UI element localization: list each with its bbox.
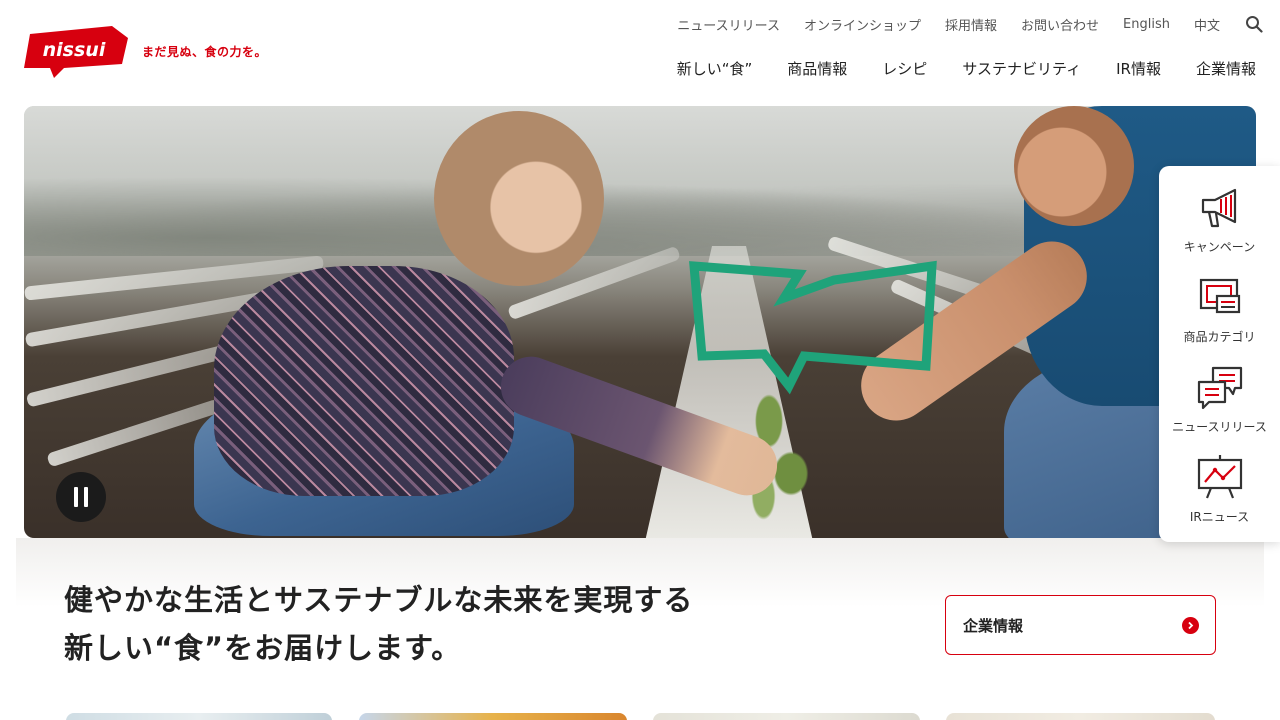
intro-line-2: 新しい“食”をお届けします。 — [64, 631, 462, 665]
search-button[interactable] — [1244, 14, 1264, 34]
side-item-campaign[interactable]: キャンペーン — [1159, 182, 1280, 255]
logo-mark: nissui — [24, 26, 128, 78]
util-link-news[interactable]: ニュースリリース — [677, 15, 780, 34]
nissui-logo[interactable]: nissui まだ見ぬ、食の力を。 — [24, 24, 267, 78]
nav-sustainability[interactable]: サステナビリティ — [962, 58, 1081, 79]
util-link-english[interactable]: English — [1123, 17, 1170, 32]
feature-card[interactable] — [66, 713, 332, 720]
chat-bubble-icon — [1197, 366, 1242, 410]
side-quick-nav: キャンペーン 商品カテゴリ ニュースリリース IRニュース — [1159, 166, 1280, 542]
nav-corporate[interactable]: 企業情報 — [1196, 58, 1256, 79]
intro-line-1: 健やかな生活とサステナブルな未来を実現する — [64, 583, 694, 617]
corporate-info-button[interactable]: 企業情報 — [945, 595, 1216, 655]
person-right-head — [1014, 106, 1134, 226]
side-item-label: ニュースリリース — [1172, 420, 1267, 434]
utility-nav: ニュースリリース オンラインショップ 採用情報 お問い合わせ English 中… — [677, 14, 1264, 34]
hero-video — [24, 106, 1256, 538]
person-left-shirt — [214, 266, 514, 496]
person-left-head — [434, 111, 604, 286]
feature-card[interactable] — [359, 713, 627, 720]
nav-ir[interactable]: IR情報 — [1116, 58, 1161, 79]
brand-tagline: まだ見ぬ、食の力を。 — [142, 44, 268, 59]
side-item-label: キャンペーン — [1183, 240, 1256, 254]
util-link-chinese[interactable]: 中文 — [1194, 15, 1220, 34]
side-item-ir-news[interactable]: IRニュース — [1159, 452, 1280, 525]
intro-heading: 健やかな生活とサステナブルな未来を実現する 新しい“食”をお届けします。 — [64, 576, 693, 672]
chart-board-icon — [1197, 455, 1242, 499]
util-link-contact[interactable]: お問い合わせ — [1021, 15, 1099, 34]
search-icon — [1246, 16, 1263, 33]
side-item-label: 商品カテゴリ — [1183, 330, 1256, 344]
feature-card[interactable] — [946, 713, 1215, 720]
side-item-label: IRニュース — [1189, 510, 1250, 524]
nav-recipes[interactable]: レシピ — [882, 58, 927, 79]
pause-icon — [74, 487, 78, 507]
main-nav: 新しい“食” 商品情報 レシピ サステナビリティ IR情報 企業情報 — [677, 58, 1256, 79]
corporate-info-label: 企業情報 — [963, 616, 1024, 635]
chevron-right-icon — [1182, 616, 1199, 634]
logo-wordmark: nissui — [43, 39, 106, 61]
util-link-shop[interactable]: オンラインショップ — [804, 15, 921, 34]
side-item-news-release[interactable]: ニュースリリース — [1159, 362, 1280, 435]
nav-products[interactable]: 商品情報 — [787, 58, 847, 79]
feature-card[interactable] — [653, 713, 920, 720]
nav-new-food[interactable]: 新しい“食” — [677, 58, 753, 79]
speech-bubble-graphic — [689, 260, 937, 395]
util-link-careers[interactable]: 採用情報 — [945, 15, 997, 34]
side-item-product-category[interactable]: 商品カテゴリ — [1159, 272, 1280, 345]
pause-button[interactable] — [56, 472, 106, 522]
megaphone-icon — [1201, 188, 1236, 228]
product-category-icon — [1199, 278, 1240, 314]
